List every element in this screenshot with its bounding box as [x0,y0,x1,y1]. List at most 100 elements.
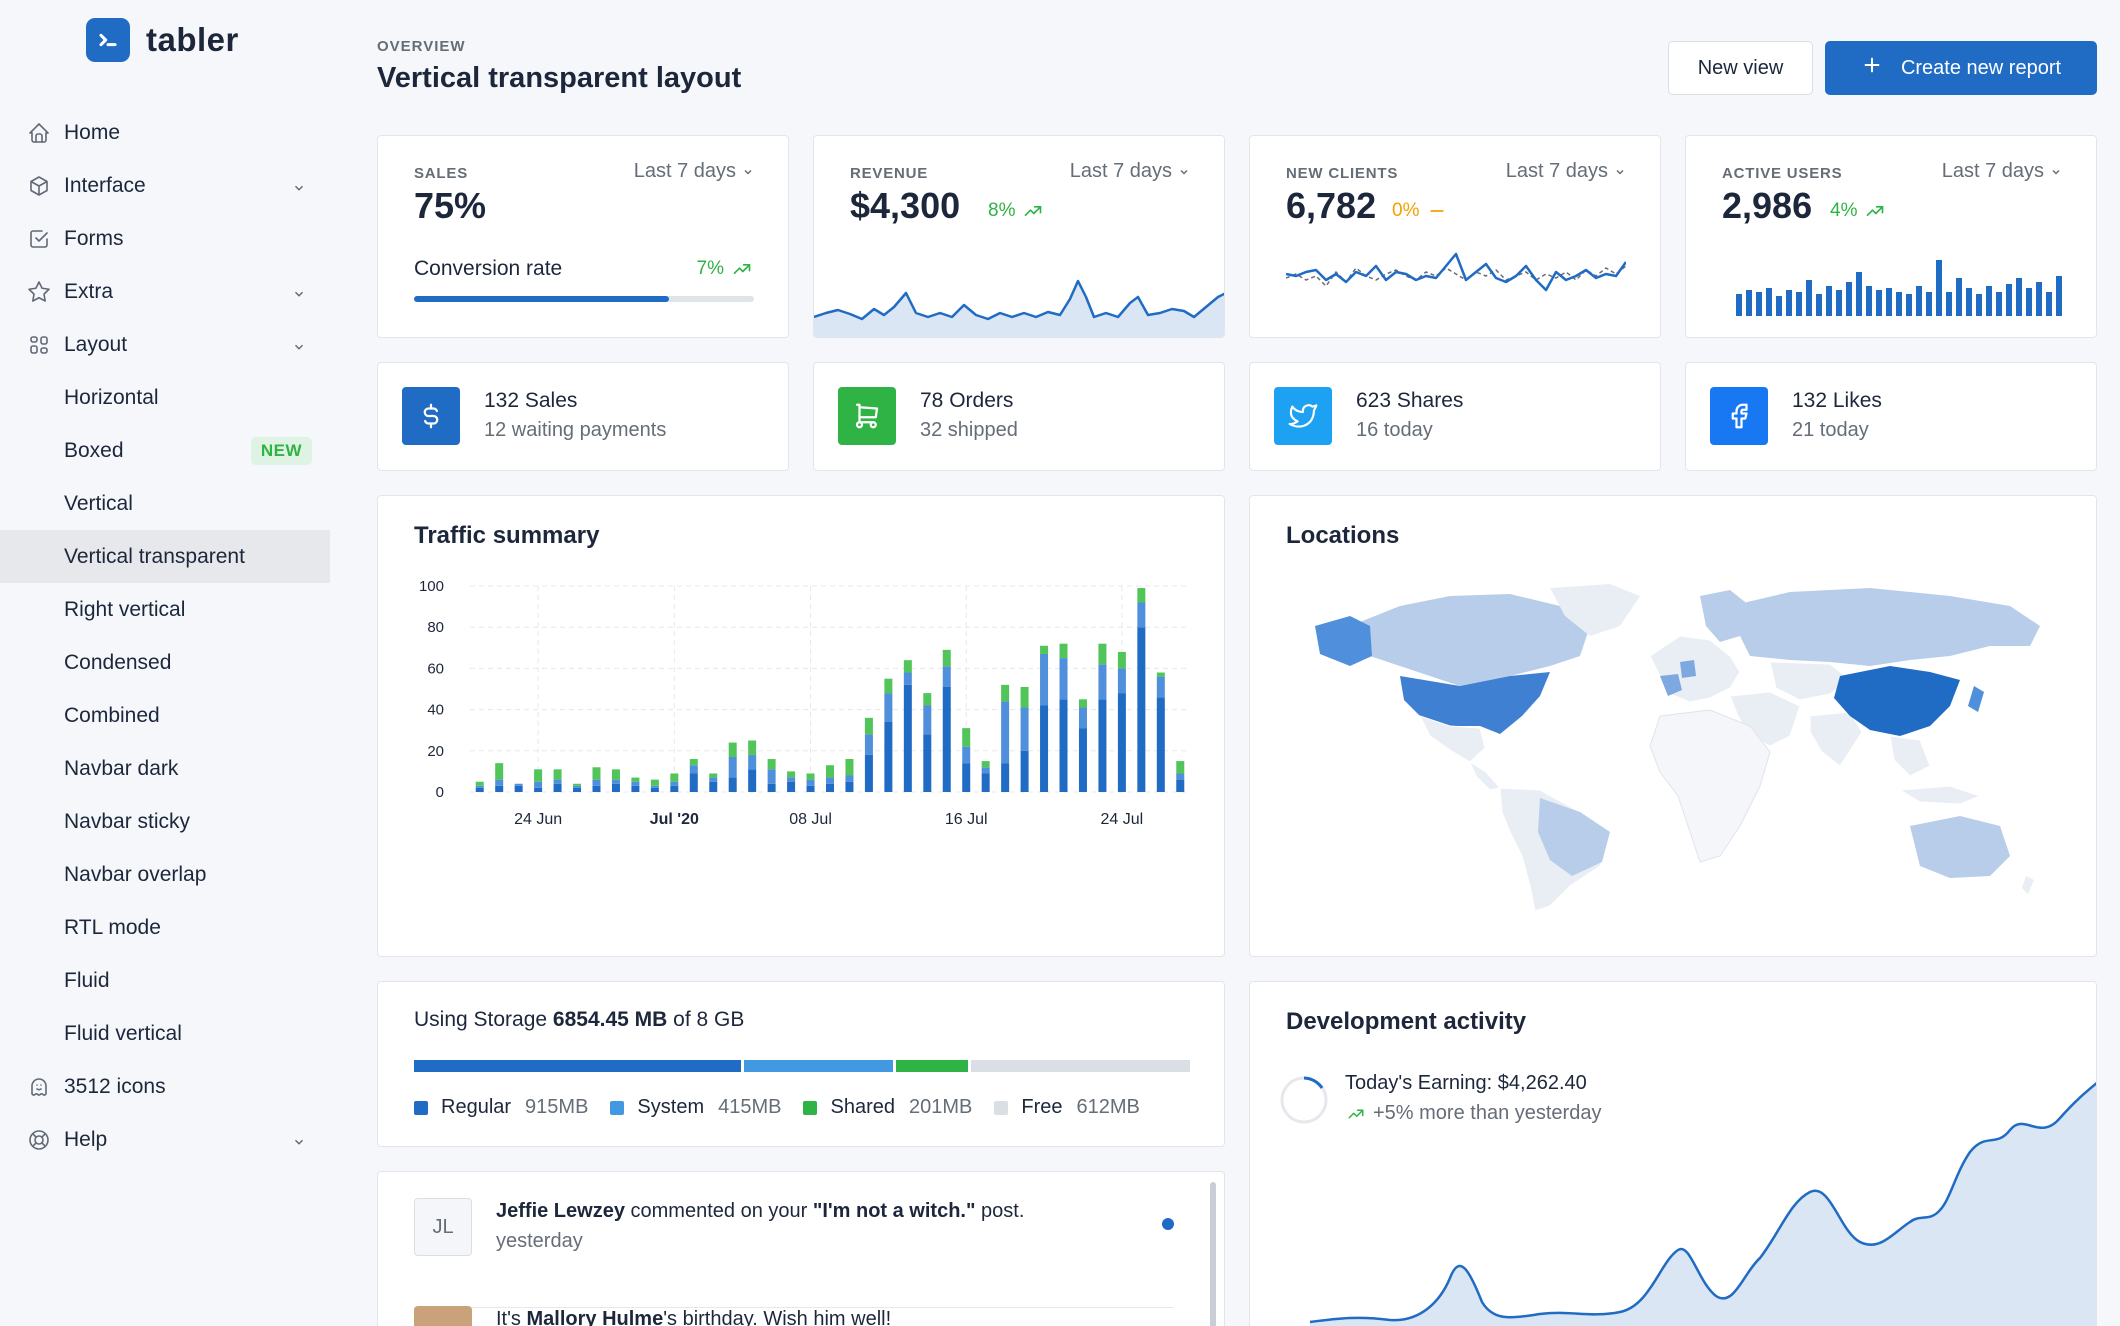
activity-user[interactable]: Mallory Hulme [527,1308,664,1326]
period-dropdown[interactable]: Last 7 days [1070,160,1190,183]
chart-bar[interactable] [1098,699,1107,792]
sidebar-item-combined[interactable]: Combined [0,689,330,742]
chart-bar[interactable] [611,783,620,792]
chart-bar[interactable] [1040,705,1049,792]
chart-bar[interactable] [748,754,757,770]
chart-bar[interactable] [1098,664,1107,700]
chart-bar[interactable] [670,785,679,792]
sidebar-item-home[interactable]: Home [0,106,330,159]
chart-bar[interactable] [709,777,718,782]
chart-bar[interactable] [748,740,757,755]
chart-bar[interactable] [981,767,990,774]
map-india[interactable] [1809,711,1863,767]
chart-bar[interactable] [611,769,620,780]
chart-bar[interactable] [709,781,718,792]
chart-bar[interactable] [1020,686,1029,708]
chart-bar[interactable] [942,686,951,792]
chart-bar[interactable] [1137,627,1146,792]
map-southeast-asia[interactable] [1889,735,1931,777]
chart-bar[interactable] [1176,779,1185,792]
chart-bar[interactable] [767,783,776,792]
period-dropdown[interactable]: Last 7 days [634,160,754,183]
chart-bar[interactable] [573,783,582,786]
map-africa[interactable] [1649,709,1771,863]
map-germany[interactable] [1680,660,1696,678]
chart-bar[interactable] [1078,699,1087,708]
chart-bar[interactable] [884,721,893,792]
chart-bar[interactable] [1137,588,1146,603]
chart-bar[interactable] [864,734,873,755]
chart-bar[interactable] [903,660,912,673]
chart-bar[interactable] [845,781,854,792]
sidebar-item-boxed[interactable]: Boxed NEW [0,424,330,477]
activity-quote[interactable]: "I'm not a witch." [813,1200,976,1222]
chart-bar[interactable] [553,783,562,792]
chart-bar[interactable] [553,769,562,780]
chart-bar[interactable] [942,649,951,667]
chart-bar[interactable] [767,769,776,784]
period-dropdown[interactable]: Last 7 days [1506,160,1626,183]
chart-bar[interactable] [1001,701,1010,764]
map-central-america[interactable] [1468,760,1501,791]
chart-bar[interactable] [573,785,582,788]
chart-bar[interactable] [534,787,543,792]
sidebar-item-condensed[interactable]: Condensed [0,636,330,689]
period-dropdown[interactable]: Last 7 days [1942,160,2062,183]
world-map[interactable] [1310,576,2050,916]
chart-bar[interactable] [650,779,659,786]
chart-bar[interactable] [981,761,990,768]
sidebar-item-interface[interactable]: Interface [0,159,330,212]
chart-bar[interactable] [806,773,815,780]
chart-bar[interactable] [923,693,932,706]
chart-bar[interactable] [1156,676,1165,698]
sidebar-item-navbar-sticky[interactable]: Navbar sticky [0,795,330,848]
sidebar-item-navbar-overlap[interactable]: Navbar overlap [0,848,330,901]
chart-bar[interactable] [1176,761,1185,774]
chart-bar[interactable] [884,693,893,722]
chart-bar[interactable] [923,705,932,735]
chart-bar[interactable] [514,785,523,792]
chart-bar[interactable] [728,742,737,757]
chart-bar[interactable] [1059,658,1068,700]
scrollbar[interactable] [1210,1182,1216,1326]
chart-bar[interactable] [475,781,484,786]
chart-bar[interactable] [806,779,815,786]
chart-bar[interactable] [1078,707,1087,729]
chart-bar[interactable] [1078,728,1087,792]
chart-bar[interactable] [864,754,873,792]
map-indonesia[interactable] [1898,785,1982,805]
chart-bar[interactable] [1040,645,1049,654]
map-canada[interactable] [1350,594,1590,686]
chart-bar[interactable] [1156,672,1165,677]
chart-bar[interactable] [1059,643,1068,659]
chart-bar[interactable] [650,787,659,792]
list-item[interactable]: JL Jeffie Lewzey commented on your "I'm … [414,1198,1174,1308]
sidebar-item-right-vertical[interactable]: Right vertical [0,583,330,636]
chart-bar[interactable] [475,787,484,792]
map-new-zealand[interactable] [2022,876,2034,894]
map-australia[interactable] [1910,816,2010,878]
chart-bar[interactable] [689,773,698,792]
chart-bar[interactable] [767,759,776,770]
chart-bar[interactable] [845,775,854,782]
chart-bar[interactable] [1156,697,1165,792]
chart-bar[interactable] [1137,602,1146,628]
chart-bar[interactable] [884,678,893,694]
chart-bar[interactable] [670,773,679,782]
chart-bar[interactable] [1001,763,1010,792]
chart-bar[interactable] [495,779,504,786]
sidebar-item-layout[interactable]: Layout [0,318,330,371]
chart-bar[interactable] [728,756,737,778]
chart-bar[interactable] [611,779,620,784]
chart-bar[interactable] [826,765,834,778]
map-russia[interactable] [1730,588,2040,666]
chart-bar[interactable] [903,684,912,792]
new-view-button[interactable]: New view [1668,41,1813,95]
chart-bar[interactable] [670,781,679,786]
sidebar-item-navbar-dark[interactable]: Navbar dark [0,742,330,795]
chart-bar[interactable] [1117,693,1126,792]
chart-bar[interactable] [942,666,951,687]
chart-bar[interactable] [1059,699,1068,792]
chart-bar[interactable] [1020,750,1029,792]
chart-bar[interactable] [787,781,796,792]
